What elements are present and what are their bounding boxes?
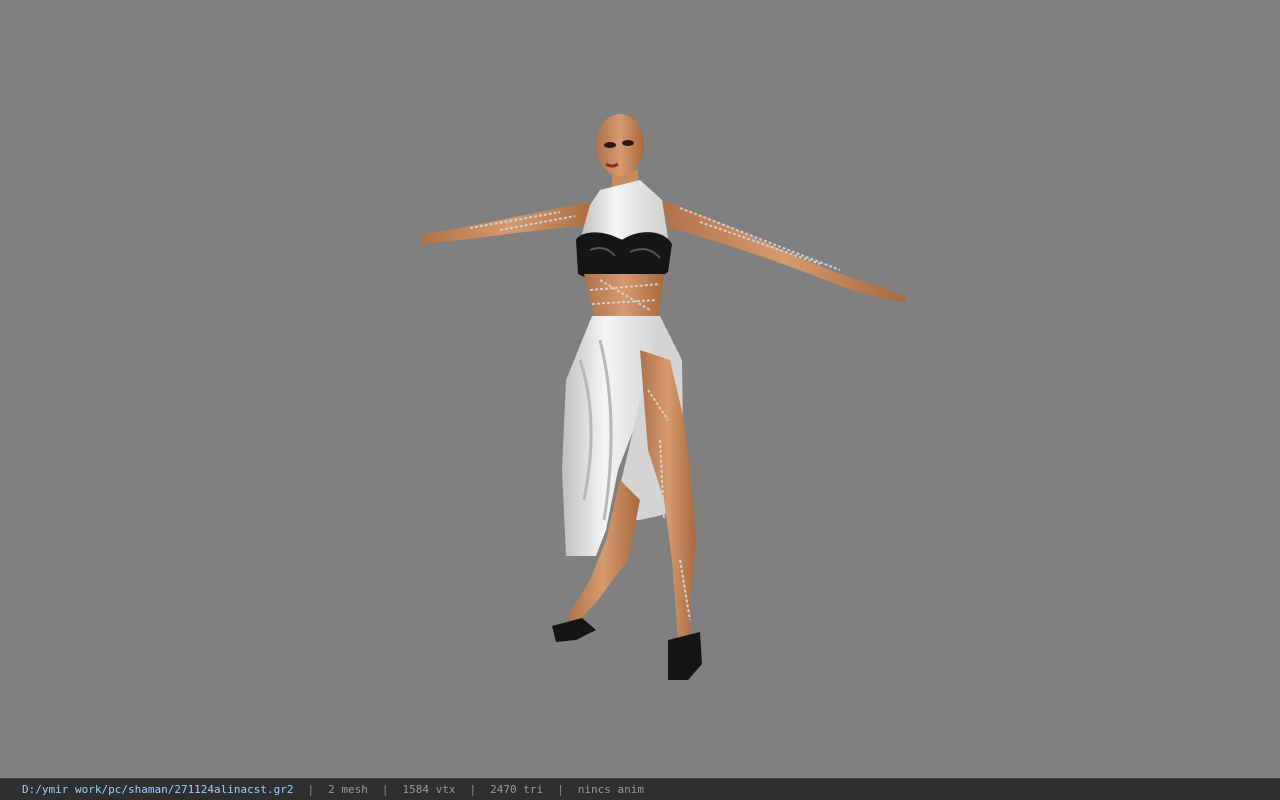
- mesh-count: 2 mesh: [328, 783, 368, 796]
- eye-right: [622, 140, 634, 146]
- status-bar: D:/ymir work/pc/shaman/271124alinacst.gr…: [0, 778, 1280, 800]
- separator: |: [307, 783, 315, 796]
- separator: |: [381, 783, 389, 796]
- file-path: D:/ymir work/pc/shaman/271124alinacst.gr…: [22, 783, 294, 796]
- head: [596, 114, 644, 176]
- left-arm: [420, 200, 600, 244]
- triangle-count: 2470 tri: [490, 783, 544, 796]
- animation-status: nincs anim: [577, 783, 644, 796]
- separator: |: [557, 783, 564, 796]
- left-shoe: [668, 632, 702, 680]
- character-model[interactable]: [0, 0, 1280, 778]
- vertex-count: 1584 vtx: [402, 783, 456, 796]
- arm-chain-right: [679, 207, 841, 271]
- torso: [584, 274, 664, 316]
- eye-left: [604, 142, 616, 148]
- right-shoe: [552, 618, 596, 642]
- collar: [580, 180, 668, 240]
- 3d-viewport[interactable]: [0, 0, 1280, 778]
- separator: |: [469, 783, 477, 796]
